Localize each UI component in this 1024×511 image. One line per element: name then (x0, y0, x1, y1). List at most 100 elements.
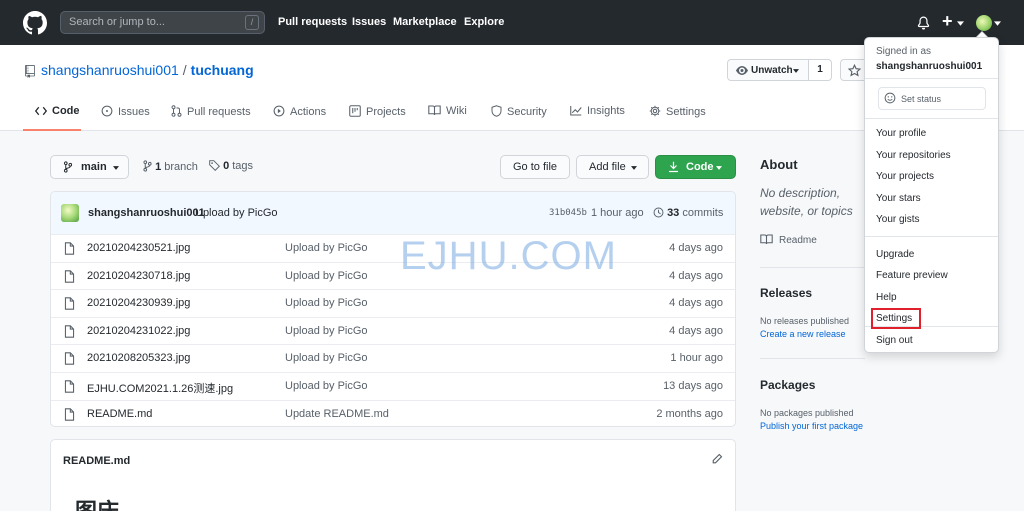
file-row[interactable]: 20210204231022.jpg Upload by PicGo 4 day… (51, 316, 735, 345)
repo-owner-link[interactable]: shangshanruoshui001 (41, 62, 179, 78)
tab-wiki[interactable]: Wiki (428, 105, 467, 131)
go-to-file-button[interactable]: Go to file (500, 155, 570, 179)
branch-icon (63, 161, 73, 173)
tab-projects[interactable]: Projects (349, 105, 406, 131)
about-heading: About (760, 157, 798, 172)
tab-actions-label: Actions (290, 106, 327, 118)
nav-marketplace[interactable]: Marketplace (393, 16, 457, 28)
github-logo-icon[interactable] (23, 11, 47, 35)
file-age: 2 months ago (656, 407, 723, 420)
file-row[interactable]: 20210204230718.jpg Upload by PicGo 4 day… (51, 261, 735, 290)
menu-item-upgrade[interactable]: Upgrade (876, 249, 914, 260)
file-commit-message[interactable]: Upload by PicGo (285, 380, 368, 392)
branch-icon (143, 160, 152, 172)
menu-item-your-stars[interactable]: Your stars (876, 193, 921, 204)
commit-message[interactable]: Upload by PicGo (195, 207, 278, 219)
packages-heading[interactable]: Packages (760, 378, 815, 392)
file-row[interactable]: 20210204230521.jpg Upload by PicGo 4 day… (51, 234, 735, 262)
tab-issues-label: Issues (118, 106, 150, 118)
releases-heading[interactable]: Releases (760, 286, 812, 300)
menu-item-your-projects[interactable]: Your projects (876, 171, 934, 182)
set-status-button[interactable]: Set status (878, 87, 986, 110)
tab-settings[interactable]: Settings (649, 105, 706, 131)
watch-count[interactable]: 1 (808, 59, 832, 81)
file-name[interactable]: 20210204230718.jpg (87, 270, 190, 282)
nav-explore[interactable]: Explore (464, 16, 504, 28)
readme-link[interactable]: Readme (760, 234, 817, 246)
tab-actions[interactable]: Actions (273, 105, 326, 131)
tags-link[interactable]: 0 tags (209, 160, 253, 172)
menu-item-feature-preview[interactable]: Feature preview (876, 270, 948, 281)
nav-pull-requests[interactable]: Pull requests (278, 16, 347, 28)
repo-title: shangshanruoshui001/tuchuang (41, 62, 254, 78)
file-row[interactable]: 20210204230939.jpg Upload by PicGo 4 day… (51, 289, 735, 317)
bell-icon[interactable] (917, 16, 930, 30)
star-icon (848, 64, 861, 77)
chevron-down-icon (716, 166, 722, 170)
tab-security[interactable]: Security (491, 105, 547, 131)
code-icon (34, 106, 48, 119)
tab-issues[interactable]: Issues (101, 105, 150, 131)
signed-in-username[interactable]: shangshanruoshui001 (876, 61, 982, 72)
add-file-button[interactable]: Add file (576, 155, 649, 179)
avatar-chevron-down-icon[interactable] (994, 21, 1001, 26)
menu-item-your-repositories[interactable]: Your repositories (876, 150, 951, 161)
file-age: 4 days ago (669, 324, 723, 337)
file-commit-message[interactable]: Upload by PicGo (285, 297, 368, 309)
file-age: 13 days ago (663, 380, 723, 392)
file-name[interactable]: EJHU.COM2021.1.26测速.jpg (87, 380, 233, 396)
file-commit-message[interactable]: Upload by PicGo (285, 242, 368, 254)
file-commit-message[interactable]: Upload by PicGo (285, 352, 368, 364)
tab-code-label: Code (52, 105, 80, 117)
repo-name-link[interactable]: tuchuang (191, 62, 254, 78)
project-icon (349, 105, 361, 120)
commits-link[interactable]: 33 commits (653, 207, 723, 219)
repo-icon (25, 65, 35, 78)
user-avatar[interactable] (976, 15, 992, 31)
readme-panel: README.md 图床 (50, 439, 736, 511)
publish-package-link[interactable]: Publish your first package (760, 421, 863, 431)
unwatch-button[interactable]: Unwatch (727, 59, 809, 81)
file-commit-message[interactable]: Upload by PicGo (285, 325, 368, 337)
settings-highlight-box (871, 308, 921, 329)
readme-header: README.md (63, 455, 131, 467)
commit-time: 1 hour ago (591, 207, 644, 219)
create-new-plus-icon[interactable]: + (942, 11, 953, 32)
commit-author-avatar[interactable] (61, 204, 79, 222)
code-download-button[interactable]: Code (655, 155, 736, 179)
book-icon (428, 105, 441, 119)
menu-item-your-profile[interactable]: Your profile (876, 128, 926, 139)
tab-insights-label: Insights (587, 105, 625, 117)
commit-sha[interactable]: 31b045b (549, 208, 587, 218)
nav-issues[interactable]: Issues (352, 16, 386, 28)
menu-item-help[interactable]: Help (876, 292, 897, 303)
menu-item-sign-out[interactable]: Sign out (876, 335, 913, 346)
signed-in-label: Signed in as (876, 46, 932, 57)
file-row[interactable]: README.md Update README.md 2 months ago (51, 399, 735, 426)
pencil-icon[interactable] (711, 453, 723, 465)
tab-projects-label: Projects (366, 106, 406, 118)
file-name[interactable]: 20210204230939.jpg (87, 297, 190, 309)
branches-link[interactable]: 1 branch (143, 160, 198, 173)
create-release-link[interactable]: Create a new release (760, 329, 846, 339)
file-row[interactable]: EJHU.COM2021.1.26测速.jpg Upload by PicGo … (51, 372, 735, 400)
search-shortcut-hint: / (245, 15, 259, 30)
commit-author[interactable]: shangshanruoshui001 (88, 207, 205, 219)
branch-select-button[interactable]: main (50, 155, 129, 179)
file-name[interactable]: 20210204230521.jpg (87, 242, 190, 254)
file-row[interactable]: 20210208205323.jpg Upload by PicGo 1 hou… (51, 344, 735, 372)
gear-icon (649, 105, 661, 120)
file-name[interactable]: 20210208205323.jpg (87, 352, 190, 364)
file-name[interactable]: README.md (87, 408, 152, 420)
file-name[interactable]: 20210204231022.jpg (87, 325, 190, 337)
search-input[interactable]: Search or jump to... / (60, 11, 265, 34)
tab-insights[interactable]: Insights (570, 105, 625, 131)
file-commit-message[interactable]: Upload by PicGo (285, 270, 368, 282)
menu-item-your-gists[interactable]: Your gists (876, 214, 920, 225)
file-commit-message[interactable]: Update README.md (285, 408, 389, 420)
tab-pull-requests[interactable]: Pull requests (171, 105, 251, 131)
chevron-down-icon[interactable] (957, 21, 964, 26)
sidebar-divider (760, 358, 865, 359)
menu-divider (865, 118, 998, 119)
tab-code[interactable]: Code (23, 105, 81, 131)
